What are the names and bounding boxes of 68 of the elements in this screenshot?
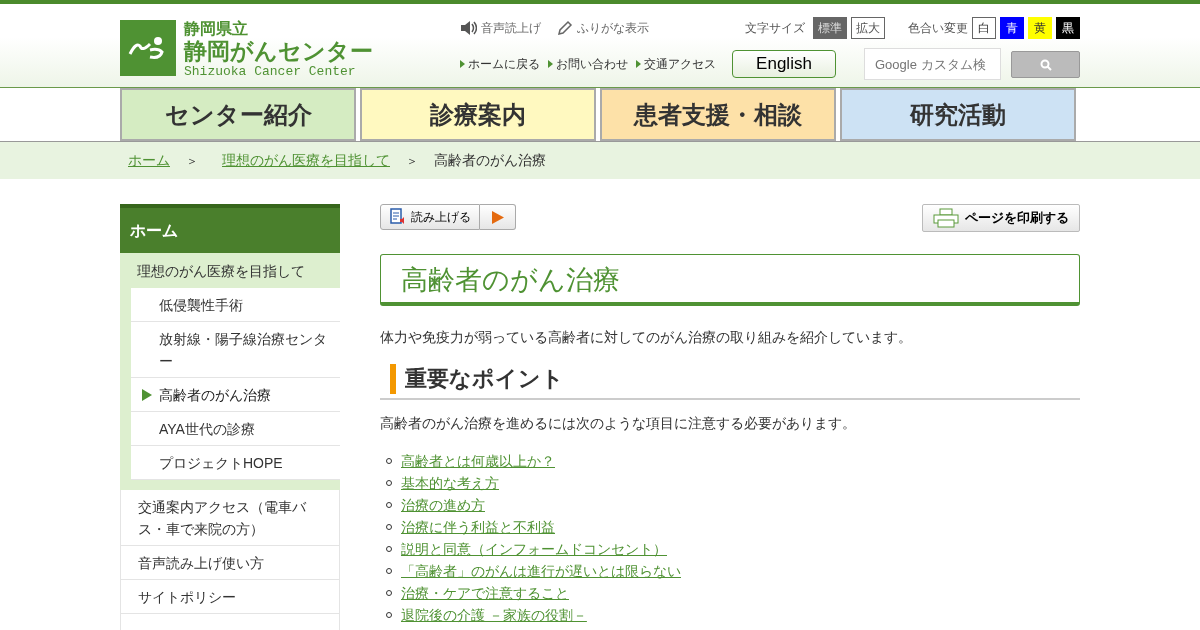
sidebar-item[interactable]: 音声読み上げ使い方 — [120, 546, 340, 580]
print-button[interactable]: ページを印刷する — [922, 204, 1080, 232]
pencil-icon — [557, 20, 573, 36]
header-link[interactable]: お問い合わせ — [548, 55, 628, 73]
sidebar-item[interactable]: 交通案内アクセス（電車バス・車で来院の方） — [120, 490, 340, 546]
color-option[interactable]: 黄 — [1028, 17, 1052, 39]
sidebar-item[interactable]: サイトポリシー — [120, 580, 340, 614]
sidebar-subitem[interactable]: 放射線・陽子線治療センター — [131, 322, 340, 378]
content-link[interactable]: 説明と同意（インフォームドコンセント） — [401, 538, 667, 560]
content-link[interactable]: 基本的な考え方 — [401, 472, 499, 494]
sidebar-subitem-label: プロジェクトHOPE — [159, 455, 283, 471]
nav-tab[interactable]: 患者支援・相談 — [600, 88, 836, 141]
content-link[interactable]: 高齢者とは何歳以上か？ — [401, 450, 555, 472]
font-size-label: 文字サイズ — [745, 20, 805, 37]
sidebar-subitem[interactable]: 高齢者のがん治療 — [131, 378, 340, 412]
header-link[interactable]: 交通アクセス — [636, 55, 716, 73]
section-heading: 重要なポイント — [390, 364, 1080, 394]
sidebar-item[interactable]: 理想のがん医療を目指して — [120, 253, 340, 288]
triangle-icon — [460, 60, 465, 68]
play-icon — [491, 210, 504, 224]
triangle-icon — [142, 389, 152, 401]
color-option[interactable]: 白 — [972, 17, 996, 39]
read-aloud-button[interactable]: 読み上げる — [380, 204, 480, 230]
sidebar-subitem[interactable]: 低侵襲性手術 — [131, 288, 340, 322]
header-link[interactable]: ホームに戻る — [460, 55, 540, 73]
english-button[interactable]: English — [732, 50, 836, 78]
content-link[interactable]: 治療・ケアで注意すること — [401, 582, 569, 604]
triangle-icon — [548, 60, 553, 68]
nav-tab[interactable]: 研究活動 — [840, 88, 1076, 141]
tool-link[interactable]: ふりがな表示 — [557, 19, 649, 37]
color-scheme-label: 色合い変更 — [908, 20, 968, 37]
color-option[interactable]: 青 — [1000, 17, 1024, 39]
logo-english-name: Shizuoka Cancer Center — [184, 64, 357, 80]
content-link[interactable]: 治療の進め方 — [401, 494, 485, 516]
sidebar-title[interactable]: ホーム — [120, 204, 340, 253]
content-link[interactable]: 「高齢者」のがんは進行が遅いとは限らない — [401, 560, 681, 582]
intro-text: 体力や免疫力が弱っている高齢者に対してのがん治療の取り組みを紹介しています。 — [380, 328, 913, 347]
page-title: 高齢者のがん治療 — [380, 254, 1080, 306]
font-size-option[interactable]: 拡大 — [851, 17, 885, 39]
section-text: 高齢者のがん治療を進めるには次のような項目に注意する必要があります。 — [380, 414, 857, 433]
content-link[interactable]: 退院後の介護 －家族の役割－ — [401, 604, 587, 626]
tool-link[interactable]: 音声読上げ — [460, 19, 541, 37]
nav-tab[interactable]: センター紹介 — [120, 88, 356, 141]
sidebar-subitem-label: 放射線・陽子線治療センター — [159, 331, 327, 369]
breadcrumb-link[interactable]: 理想のがん医療を目指して — [222, 150, 390, 171]
breadcrumb-separator: ＞ — [406, 152, 418, 170]
search-button[interactable] — [1011, 50, 1080, 78]
search-field[interactable]: Google カスタム検 — [864, 48, 1001, 80]
logo-subtitle: 静岡県立 — [184, 20, 249, 38]
breadcrumb-link[interactable]: ホーム — [128, 150, 170, 171]
printer-icon — [933, 208, 959, 228]
logo-title[interactable]: 静岡がんセンター — [184, 38, 373, 64]
color-option[interactable]: 黒 — [1056, 17, 1080, 39]
speaker-icon — [460, 20, 477, 36]
font-size-option[interactable]: 標準 — [813, 17, 847, 39]
document-speaker-icon — [389, 208, 407, 226]
breadcrumb-current: 高齢者のがん治療 — [434, 151, 546, 170]
nav-tab[interactable]: 診療案内 — [360, 88, 596, 141]
breadcrumb-separator: ＞ — [186, 152, 198, 170]
sidebar-subitem-label: 高齢者のがん治療 — [159, 387, 271, 403]
sidebar-subitem[interactable]: AYA世代の診療 — [131, 412, 340, 446]
sidebar-subitem[interactable]: プロジェクトHOPE — [131, 446, 340, 480]
sidebar-subitem-label: AYA世代の診療 — [159, 421, 255, 437]
play-button[interactable] — [480, 204, 516, 230]
sidebar-subitem-label: 低侵襲性手術 — [159, 297, 243, 313]
search-icon — [1039, 58, 1052, 71]
triangle-icon — [636, 60, 641, 68]
content-link[interactable]: 治療に伴う利益と不利益 — [401, 516, 555, 538]
